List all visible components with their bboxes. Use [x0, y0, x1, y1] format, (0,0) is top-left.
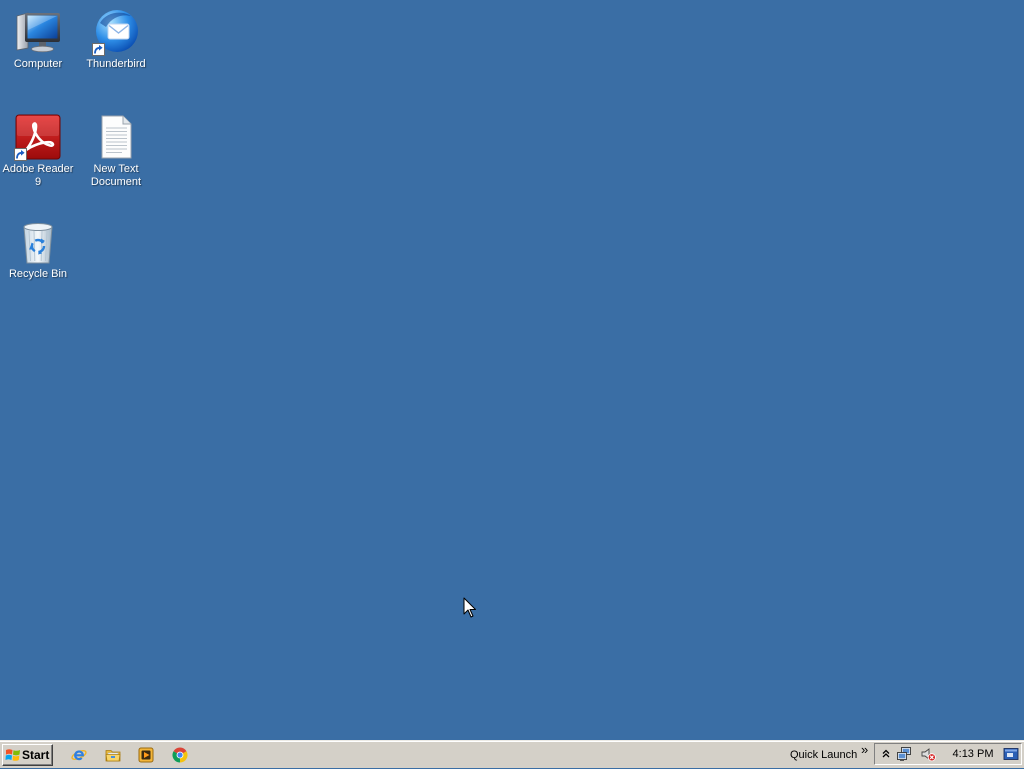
show-hidden-icons-icon[interactable]: [878, 746, 894, 762]
text-document-icon: [92, 113, 140, 161]
adobe-reader-icon: [14, 113, 62, 161]
desktop-icon-label: Adobe Reader 9: [2, 163, 74, 188]
quick-launch-toolbar-label: Quick Launch: [790, 749, 858, 761]
show-desktop-icon[interactable]: [1003, 746, 1019, 762]
desktop-icon-label: Thunderbird: [86, 58, 146, 70]
internet-explorer-icon[interactable]: [71, 747, 87, 763]
start-button-label: Start: [22, 748, 50, 762]
google-chrome-icon[interactable]: [172, 747, 188, 763]
clock[interactable]: 4:13 PM: [948, 744, 998, 764]
desktop-icon-label: Computer: [13, 58, 63, 70]
desktop-icon-label: New Text Document: [90, 163, 142, 188]
thunderbird-icon: [92, 8, 140, 56]
windows-explorer-icon[interactable]: [105, 747, 121, 763]
desktop-icon-thunderbird[interactable]: Thunderbird: [78, 8, 154, 71]
desktop-icon-new-text-document[interactable]: New Text Document: [78, 113, 154, 189]
computer-icon: [14, 8, 62, 56]
desktop-icon-label: Recycle Bin: [8, 268, 68, 280]
desktop-icon-computer[interactable]: Computer: [0, 8, 76, 71]
volume-muted-icon[interactable]: [920, 746, 936, 762]
shortcut-arrow-icon: [14, 148, 27, 161]
desktop-icon-adobe-reader[interactable]: Adobe Reader 9: [0, 113, 76, 189]
notification-area: 4:13 PM: [874, 743, 1022, 765]
mouse-pointer-icon: [463, 597, 476, 618]
start-button[interactable]: Start: [2, 744, 53, 766]
desktop-icon-recycle-bin[interactable]: Recycle Bin: [0, 218, 76, 281]
quick-launch-overflow-chevron[interactable]: »: [861, 736, 868, 764]
network-icon[interactable]: [896, 746, 912, 762]
taskbar: Start Quick Launch » 4:13 PM: [0, 740, 1024, 768]
windows-media-player-icon[interactable]: [138, 747, 154, 763]
desktop[interactable]: Computer Thunderbird Adobe Reader 9 New …: [0, 0, 1024, 740]
windows-logo-icon: [5, 749, 20, 761]
shortcut-arrow-icon: [92, 43, 105, 56]
recycle-bin-icon: [14, 218, 62, 266]
